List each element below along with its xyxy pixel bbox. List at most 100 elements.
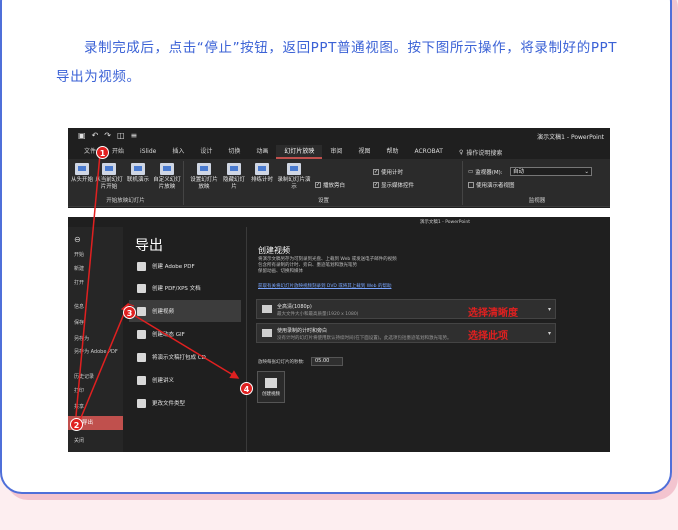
tab-view[interactable]: 视图	[350, 145, 378, 159]
export-option-change-type[interactable]: 更改文件类型	[129, 392, 241, 414]
sidebar-item-info[interactable]: 信息	[74, 303, 84, 310]
record-label: 录制幻灯片演示	[277, 177, 311, 190]
sidebar-item-share[interactable]: 共享	[74, 403, 84, 410]
sidebar-item-save-as[interactable]: 另存为	[74, 335, 89, 342]
use-timings-checkbox[interactable]: ✓ 使用计时	[373, 168, 403, 176]
checkbox-icon	[468, 182, 474, 188]
backstage-window-title: 演示文稿1 - PowerPoint	[419, 220, 470, 225]
chevron-down-icon: ▾	[547, 306, 551, 313]
timing-dropdown[interactable]: 使用录制的计时和旁白 没有计时的幻灯片将使用默认持续时间(在下面设置)。此选项包…	[256, 323, 556, 343]
option-label: 将演示文稿打包成 CD	[152, 355, 206, 361]
custom-show-label: 自定义幻灯片放映	[153, 177, 181, 190]
monitor-icon: ▭	[468, 169, 474, 175]
present-online-button[interactable]: 联机演示	[126, 163, 150, 184]
from-current-button[interactable]: 从当前幻灯片开始	[95, 163, 123, 191]
sidebar-item-close[interactable]: 关闭	[74, 437, 84, 444]
step-badge-4: 4	[240, 382, 253, 395]
present-icon[interactable]: ◫	[117, 131, 125, 140]
from-beginning-button[interactable]: 从头开始	[70, 163, 94, 184]
option-label: 创建 Adobe PDF	[152, 264, 195, 270]
ribbon-group-setup: 设置幻灯片放映 隐藏幻灯片 排练计时 录制幻灯片演示 ✓ 播放旁白 ✓ 使用计时 ✓…	[185, 161, 463, 205]
option-label: 创建 PDF/XPS 文档	[152, 286, 201, 292]
group-label-setup: 设置	[317, 198, 329, 204]
hide-slide-icon	[227, 163, 241, 175]
export-option-adobe-pdf[interactable]: 创建 Adobe PDF	[129, 255, 241, 277]
customize-icon[interactable]: ≡	[131, 131, 138, 140]
separator-strip	[68, 208, 610, 217]
backstage-title-bar: 演示文稿1 - PowerPoint	[68, 217, 610, 227]
option-label: 更改文件类型	[152, 401, 186, 407]
timer-icon	[255, 163, 269, 175]
tab-design[interactable]: 设计	[192, 145, 220, 159]
rehearse-timings-button[interactable]: 排练计时	[249, 163, 275, 184]
file-type-icon	[137, 398, 146, 408]
sidebar-item-new[interactable]: 新建	[74, 265, 84, 272]
step-badge-2: 2	[70, 418, 83, 431]
back-arrow-icon[interactable]: ⊖	[74, 235, 81, 244]
use-timings-label: 使用计时	[381, 170, 404, 176]
sidebar-item-save-as-pdf[interactable]: 另存为 Adobe PDF	[74, 349, 118, 355]
tell-me-search[interactable]: ♀ 操作说明搜索	[451, 148, 502, 157]
export-option-create-video[interactable]: 创建视频	[129, 300, 241, 322]
sidebar-item-open[interactable]: 打开	[74, 279, 84, 286]
tab-transitions[interactable]: 切换	[220, 145, 248, 159]
search-label: 操作说明搜索	[466, 149, 503, 157]
sidebar-item-home[interactable]: 开始	[74, 251, 84, 258]
record-slideshow-button[interactable]: 录制幻灯片演示	[277, 163, 311, 191]
show-media-controls-checkbox[interactable]: ✓ 显示媒体控件	[373, 181, 414, 189]
pdf-icon	[137, 261, 146, 271]
timing-value: 使用录制的计时和旁白	[277, 328, 328, 334]
create-video-label: 创建视频	[262, 392, 280, 397]
undo-icon[interactable]: ↶	[92, 131, 99, 140]
tab-review[interactable]: 审阅	[322, 145, 350, 159]
gif-icon	[137, 329, 146, 339]
export-option-gif[interactable]: 创建动态 GIF	[129, 323, 241, 345]
hide-slide-button[interactable]: 隐藏幻灯片	[221, 163, 247, 191]
ribbon-tabs: 文件 开始 iSlide 插入 设计 切换 动画 幻灯片放映 审阅 视图 帮助 …	[68, 145, 610, 159]
help-link[interactable]: 获取有关将幻灯片放映视频刻录到 DVD 或将其上载到 Web 的帮助	[258, 283, 391, 289]
from-current-label: 从当前幻灯片开始	[95, 177, 123, 190]
tab-acrobat[interactable]: ACROBAT	[406, 145, 451, 159]
seconds-label: 放映每张幻灯片的秒数:	[258, 360, 305, 365]
export-option-pdf-xps[interactable]: 创建 PDF/XPS 文档	[129, 277, 241, 299]
instruction-text: 录制完成后，点击“停止”按钮，返回PPT普通视图。按下图所示操作，将录制好的PP…	[56, 40, 618, 85]
quick-access-toolbar: ▣ ↶ ↷ ◫ ≡	[78, 131, 137, 140]
custom-show-button[interactable]: 自定义幻灯片放映	[152, 163, 182, 191]
setup-show-button[interactable]: 设置幻灯片放映	[189, 163, 219, 191]
page-title: 导出	[135, 238, 163, 254]
monitor-row: ▭ 监视器(M):	[468, 168, 503, 176]
tab-insert[interactable]: 插入	[164, 145, 192, 159]
monitor-select[interactable]: 自动 ⌄	[510, 167, 592, 176]
tab-islide[interactable]: iSlide	[132, 145, 164, 159]
tab-help[interactable]: 帮助	[378, 145, 406, 159]
export-option-handouts[interactable]: 创建讲义	[129, 369, 241, 391]
step-badge-3: 3	[123, 306, 136, 319]
step-badge-1: 1	[96, 146, 109, 159]
present-online-icon	[131, 163, 145, 175]
timing-annotation: 选择此项	[468, 331, 508, 342]
checkbox-icon: ✓	[373, 169, 379, 175]
hide-slide-label: 隐藏幻灯片	[222, 177, 245, 190]
export-option-package-cd[interactable]: 将演示文稿打包成 CD	[129, 346, 241, 368]
group-label-monitors: 监视器	[528, 198, 546, 204]
save-icon[interactable]: ▣	[78, 131, 86, 140]
sidebar-item-print[interactable]: 打印	[74, 387, 84, 394]
create-video-button[interactable]: 创建视频	[257, 371, 285, 403]
group-label-start: 开始放映幻灯片	[106, 198, 145, 204]
play-narrations-checkbox[interactable]: ✓ 播放旁白	[315, 181, 345, 189]
slideshow-start-icon	[75, 163, 89, 175]
tab-slideshow[interactable]: 幻灯片放映	[276, 145, 323, 159]
show-media-controls-label: 显示媒体控件	[381, 183, 415, 189]
redo-icon[interactable]: ↷	[104, 131, 111, 140]
timing-sub: 没有计时的幻灯片将使用默认持续时间(在下面设置)。此选项包括墨迹笔划和激光笔势。	[277, 336, 452, 341]
presenter-view-checkbox[interactable]: 使用演示者视图	[468, 181, 515, 189]
narration-icon	[262, 329, 272, 337]
setup-icon	[197, 163, 211, 175]
seconds-input[interactable]: 05.00	[311, 357, 343, 366]
cd-icon	[137, 352, 146, 362]
sidebar-item-history[interactable]: 历史记录	[74, 373, 94, 380]
quality-annotation: 选择清晰度	[468, 308, 518, 319]
checkbox-icon: ✓	[373, 182, 379, 188]
tab-animations[interactable]: 动画	[248, 145, 276, 159]
sidebar-item-save[interactable]: 保存	[74, 319, 84, 326]
